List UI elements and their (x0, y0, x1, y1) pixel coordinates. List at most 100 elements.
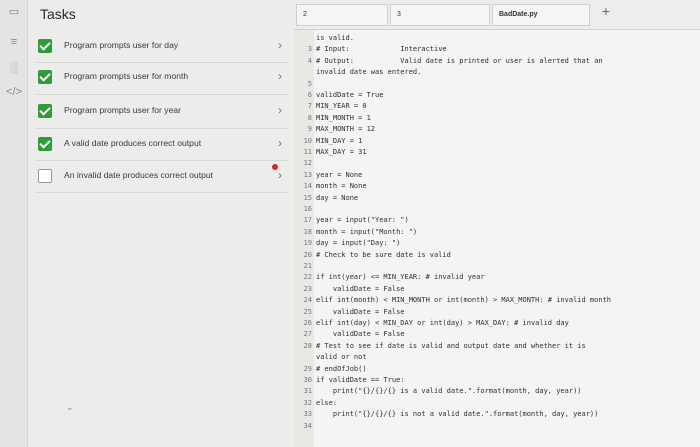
code-text: month = None (316, 182, 367, 191)
tasks-panel: Tasks Program prompts user for day › Pro… (28, 0, 294, 447)
line-number: 21 (303, 262, 312, 270)
code-line: 15 day = None (294, 193, 700, 203)
code-line: 27 validDate = False (294, 329, 700, 339)
code-text: invalid date was entered. (316, 68, 422, 77)
line-number: 16 (303, 205, 312, 213)
code-text: elif int(day) < MIN_DAY or int(day) > MA… (316, 319, 569, 327)
code-line: 32 else: (294, 398, 700, 408)
code-line: 8 MIN_MONTH = 1 (294, 113, 700, 123)
code-line: 22 if int(year) <= MIN_YEAR: # invalid ye… (294, 272, 700, 282)
divider (36, 94, 288, 95)
code-line: 4 # Output: Valid date is printed or user… (294, 56, 700, 66)
task-label: A valid date produces correct output (64, 138, 202, 148)
code-line: 23 validDate = False (294, 284, 700, 294)
error-badge-icon (272, 164, 278, 170)
line-number: 5 (307, 79, 312, 88)
code-text: MAX_MONTH = 12 (316, 125, 376, 134)
code-line: 25 validDate = False (294, 307, 700, 317)
code-line: 12 (294, 158, 700, 168)
tab-label: BadDate.py (499, 11, 538, 18)
line-number: 17 (303, 216, 312, 225)
chevron-right-icon[interactable]: › (278, 69, 282, 83)
checkbox-checked-icon[interactable] (38, 39, 52, 53)
code-text: MIN_YEAR = 0 (316, 102, 367, 111)
task-item[interactable]: Program prompts user for day › (36, 32, 288, 62)
chevron-right-icon[interactable]: › (278, 103, 282, 117)
task-item[interactable]: Program prompts user for year › (36, 97, 288, 127)
tab-label: 3 (397, 11, 401, 18)
code-text: elif int(month) < MIN_MONTH or int(month… (316, 296, 612, 305)
code-line: 28 # Test to see if date is valid and out… (294, 341, 700, 351)
code-text: validDate = False (316, 307, 405, 316)
code-line: 29 # endOfJob() (294, 364, 700, 374)
line-number: 13 (303, 170, 312, 179)
code-line: 31 print("{}/{}/{} is a valid date.".for… (294, 386, 700, 396)
code-editor[interactable]: is valid. 3 # Input: Interactive 4 # Output:… (294, 30, 700, 447)
code-line: 19 day = input("Day: ") (294, 238, 700, 248)
activity-rail: ▭ ≡ ░ </> (0, 0, 28, 447)
checkbox-checked-icon[interactable] (38, 104, 52, 118)
code-text: year = input("Year: ") (316, 216, 409, 225)
line-number: 26 (303, 319, 312, 327)
task-item[interactable]: A valid date produces correct output › (36, 130, 288, 160)
line-number: 24 (303, 296, 312, 305)
line-number: 15 (303, 193, 312, 202)
divider (36, 192, 288, 193)
divider (36, 128, 288, 129)
checkbox-checked-icon[interactable] (38, 137, 52, 151)
code-line: 6 validDate = True (294, 90, 700, 100)
line-number: 30 (303, 376, 312, 384)
code-text: month = input("Month: ") (316, 227, 418, 236)
code-line: 21 (294, 261, 700, 271)
task-label: Program prompts user for day (64, 40, 179, 50)
chevron-down-icon[interactable]: ⌄ (66, 402, 74, 413)
tab-2[interactable]: 2 (296, 4, 388, 26)
code-line: 3 # Input: Interactive (294, 44, 700, 54)
chevron-right-icon[interactable]: › (278, 38, 282, 52)
line-number: 12 (303, 159, 312, 168)
checkbox-unchecked-icon[interactable] (38, 169, 52, 183)
line-number: 10 (303, 136, 312, 145)
tasks-title: Tasks (40, 6, 76, 22)
list-icon[interactable]: ≡ (4, 34, 24, 50)
tab-3[interactable]: 3 (390, 4, 490, 26)
code-text: else: (316, 398, 338, 407)
code-text: validDate = False (316, 330, 405, 339)
line-number: 20 (303, 250, 312, 259)
code-line: 10 MIN_DAY = 1 (294, 136, 700, 146)
code-line: is valid. (294, 33, 700, 43)
line-number: 19 (303, 239, 312, 248)
code-text: if int(year) <= MIN_YEAR: # invalid year (316, 273, 485, 282)
code-line: invalid date was entered. (294, 67, 700, 77)
line-number: 11 (303, 148, 312, 156)
line-number: 18 (303, 227, 312, 236)
code-line: 34 (294, 421, 700, 431)
code-text: print("{}/{}/{} is not a valid date.".fo… (316, 410, 599, 419)
tab-baddate[interactable]: BadDate.py (492, 4, 590, 26)
line-number: 25 (303, 307, 312, 316)
code-text: # endOfJob() (316, 364, 367, 373)
task-item[interactable]: An invalid date produces correct output … (36, 162, 288, 192)
code-line: 16 (294, 204, 700, 214)
chevron-right-icon[interactable]: › (278, 168, 282, 182)
code-text: MIN_MONTH = 1 (316, 113, 371, 122)
editor-tab-bar: 2 3 BadDate.py + (294, 0, 700, 30)
checkbox-checked-icon[interactable] (38, 70, 52, 84)
code-text: validDate = False (316, 284, 405, 293)
code-text: if validDate == True: (316, 376, 405, 384)
code-line: 9 MAX_MONTH = 12 (294, 124, 700, 134)
line-number: 33 (303, 410, 312, 419)
chevron-right-icon[interactable]: › (278, 136, 282, 150)
task-item[interactable]: Program prompts user for month › (36, 63, 288, 93)
code-text: # Input: Interactive (316, 45, 447, 54)
book-icon[interactable]: ▭ (4, 4, 24, 20)
code-line: 33 print("{}/{}/{} is not a valid date."… (294, 409, 700, 419)
code-icon[interactable]: </> (4, 84, 24, 100)
code-line: 14 month = None (294, 181, 700, 191)
code-line: 26 elif int(day) < MIN_DAY or int(day) > … (294, 318, 700, 328)
code-line: 18 month = input("Month: ") (294, 227, 700, 237)
line-number: 8 (307, 113, 312, 122)
code-text: day = input("Day: ") (316, 239, 401, 248)
add-tab-icon[interactable]: + (602, 3, 610, 19)
chart-icon[interactable]: ░ (4, 60, 24, 76)
